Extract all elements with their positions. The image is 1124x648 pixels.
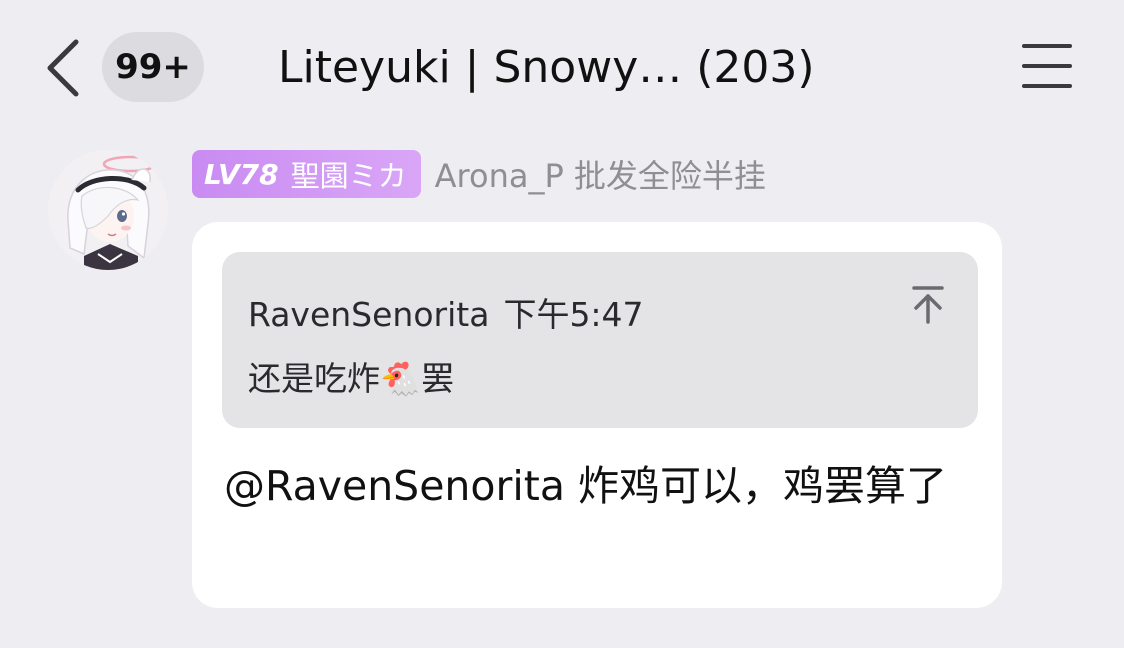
chat-title[interactable]: Liteyuki | Snowy… (203) xyxy=(278,36,815,100)
anime-girl-avatar-icon xyxy=(48,150,168,270)
quote-author: RavenSenorita xyxy=(248,295,490,334)
sender-name[interactable]: Arona_P 批发全险半挂 xyxy=(435,151,766,197)
sender-line: LV78 聖園ミカ Arona_P 批发全险半挂 xyxy=(192,150,766,198)
quoted-message[interactable]: RavenSenorita 下午5:47 还是吃炸🐔罢 xyxy=(222,252,978,428)
chat-header: 99+ Liteyuki | Snowy… (203) xyxy=(0,0,1124,130)
message-bubble[interactable]: RavenSenorita 下午5:47 还是吃炸🐔罢 @RavenSenorit… xyxy=(192,222,1002,608)
jump-to-quote-button[interactable] xyxy=(908,284,948,326)
menu-button[interactable] xyxy=(1020,42,1076,90)
back-button[interactable] xyxy=(42,38,86,98)
level-badge: LV78 聖園ミカ xyxy=(192,150,421,198)
sender-avatar[interactable] xyxy=(48,150,168,270)
message-text: @RavenSenorita 炸鸡可以，鸡罢算了 xyxy=(224,462,947,510)
level-title: 聖園ミカ xyxy=(290,159,407,193)
chevron-left-icon xyxy=(47,39,79,97)
quote-time: 下午5:47 xyxy=(503,295,644,334)
quote-header: RavenSenorita 下午5:47 xyxy=(248,288,644,336)
jump-to-top-icon xyxy=(912,286,944,324)
chicken-icon: 🐔 xyxy=(380,359,422,398)
quote-text-after: 罢 xyxy=(421,359,455,398)
quote-text-before: 还是吃炸 xyxy=(248,359,380,398)
level-value: LV78 xyxy=(204,157,279,191)
quote-text: 还是吃炸🐔罢 xyxy=(248,352,454,400)
unread-count-badge[interactable]: 99+ xyxy=(102,32,204,102)
